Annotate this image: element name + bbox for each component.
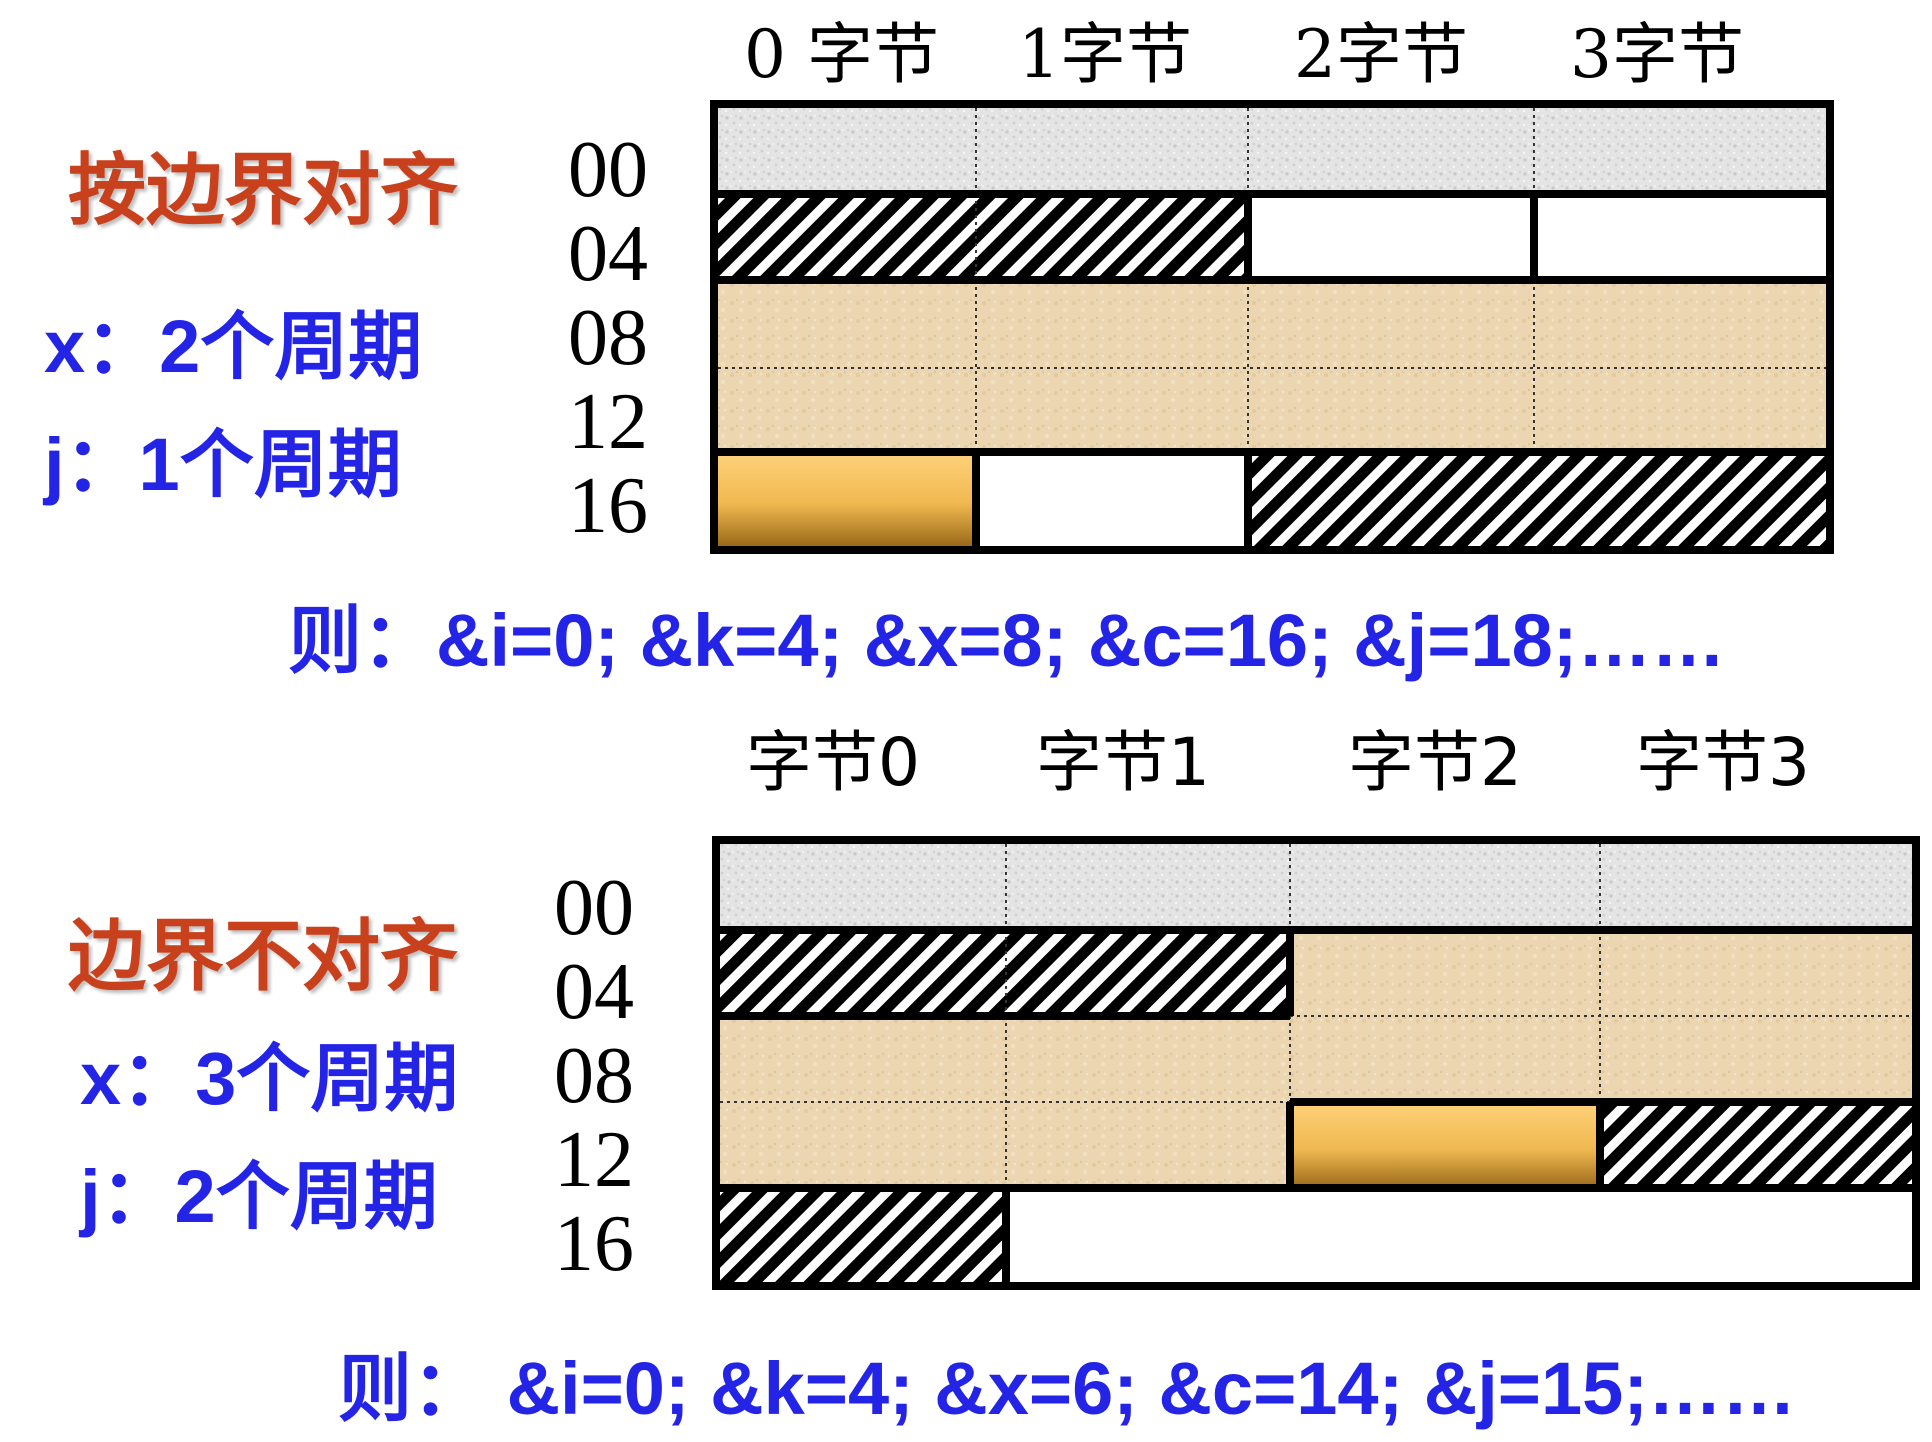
aligned-j-cycles: j：1个周期	[44, 423, 402, 506]
aligned-c-block	[718, 452, 976, 546]
aligned-col-header-2: 2字节	[1294, 16, 1468, 93]
aligned-x-block	[718, 280, 1826, 452]
aligned-row-label-00: 00	[568, 126, 648, 214]
unaligned-row-label-16: 16	[554, 1200, 634, 1288]
aligned-row-label-16: 16	[568, 462, 648, 550]
unaligned-j-cycles: j：2个周期	[80, 1155, 438, 1238]
aligned-i-block	[718, 108, 1826, 194]
unaligned-j-block-a	[1600, 1102, 1912, 1188]
aligned-result-text: &i=0; &k=4; &x=8; &c=16; &j=18;……	[436, 599, 1726, 682]
aligned-row-label-04: 04	[568, 210, 648, 298]
aligned-col-header-1: 1字节	[1018, 16, 1192, 93]
aligned-row-label-08: 08	[568, 294, 648, 382]
aligned-col-header-0: 0 字节	[744, 16, 939, 93]
unaligned-heading: 边界不对齐	[68, 912, 459, 1002]
unaligned-row-label-08: 08	[554, 1032, 634, 1120]
unaligned-col-header-2: 字节2	[1348, 724, 1522, 801]
unaligned-j-block-b	[720, 1188, 1006, 1282]
unaligned-k-block	[720, 930, 1006, 1016]
unaligned-c-block	[1290, 1102, 1600, 1188]
aligned-col-header-3: 3字节	[1570, 16, 1744, 93]
aligned-memory-table	[710, 100, 1834, 554]
unaligned-memory-table	[712, 836, 1922, 1290]
unaligned-col-header-1: 字节1	[1036, 724, 1210, 801]
unaligned-result-text: &i=0; &k=4; &x=6; &c=14; &j=15;……	[506, 1347, 1796, 1430]
unaligned-result-prefix: 则：	[338, 1347, 486, 1430]
aligned-j-block	[1248, 452, 1826, 546]
unaligned-col-header-3: 字节3	[1636, 724, 1810, 801]
aligned-result: 则：&i=0; &k=4; &x=8; &c=16; &j=18;……	[288, 604, 1725, 678]
aligned-result-prefix: 则：	[288, 599, 436, 682]
unaligned-row-label-12: 12	[554, 1116, 634, 1204]
unaligned-i-block	[720, 844, 1912, 930]
unaligned-x-cycles: x：3个周期	[80, 1037, 459, 1120]
aligned-row-label-12: 12	[568, 378, 648, 466]
aligned-x-cycles: x：2个周期	[44, 305, 423, 388]
aligned-heading: 按边界对齐	[68, 146, 459, 236]
unaligned-row-label-04: 04	[554, 948, 634, 1036]
aligned-k-block	[718, 194, 1248, 280]
unaligned-col-header-0: 字节0	[746, 724, 920, 801]
unaligned-result: 则： &i=0; &k=4; &x=6; &c=14; &j=15;……	[338, 1352, 1796, 1426]
unaligned-row-label-00: 00	[554, 864, 634, 952]
